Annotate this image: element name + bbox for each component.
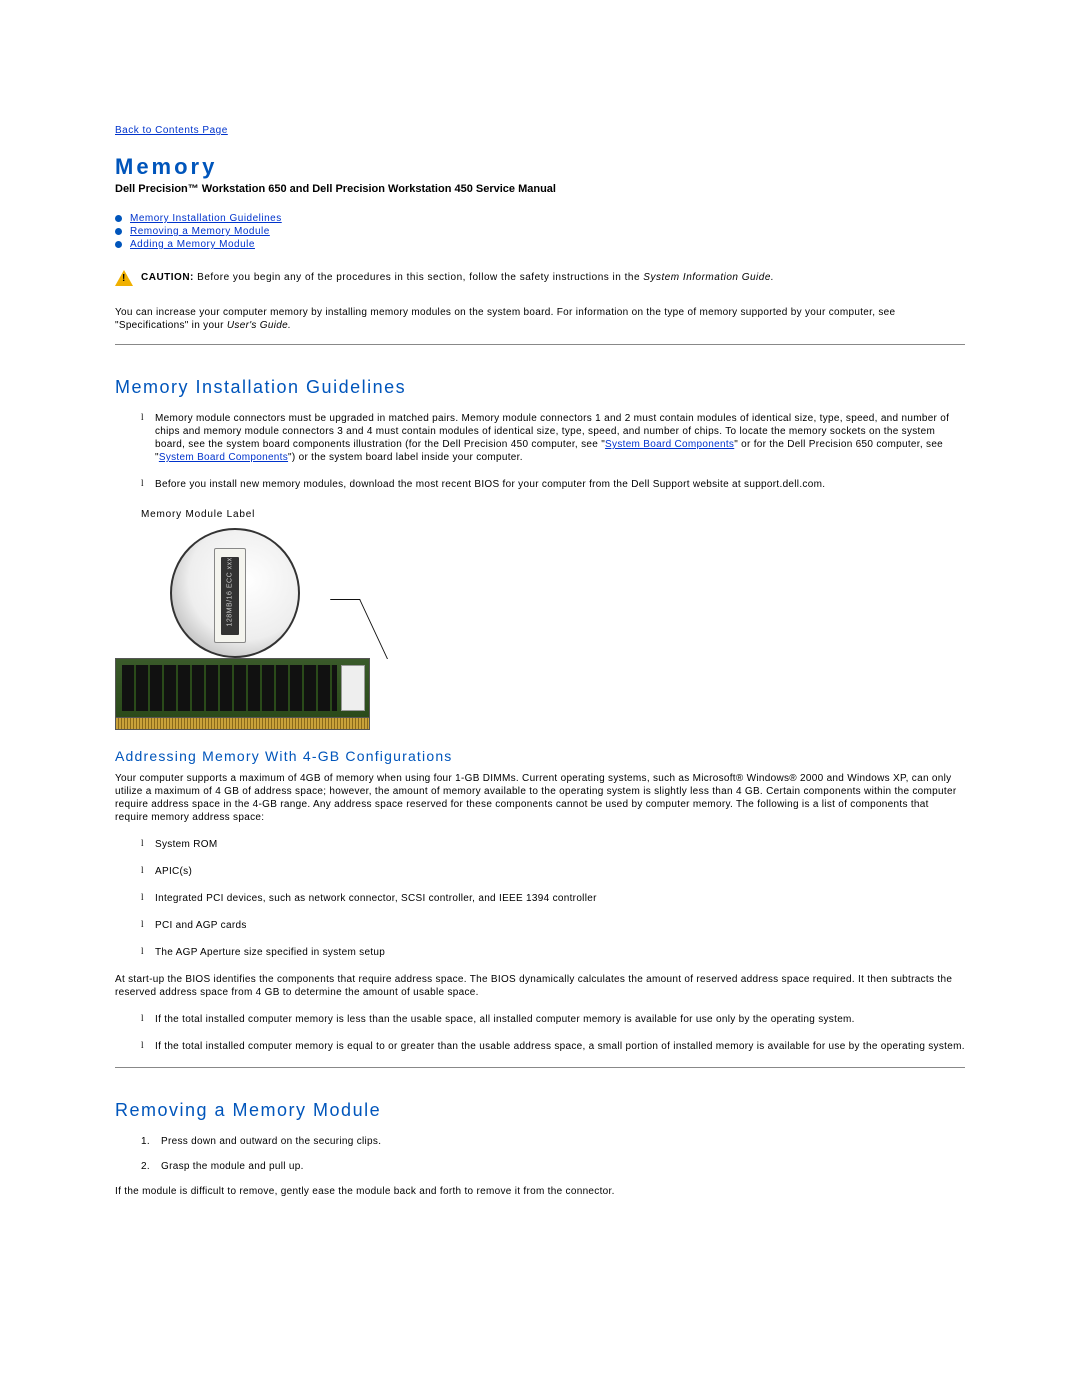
page-subtitle: Dell Precision™ Workstation 650 and Dell… [115,183,965,195]
list-item: System ROM [141,838,965,851]
caution-italic: System Information Guide. [643,272,774,283]
chip-label-text: 128MB/16 ECC xxx [227,564,234,626]
section-heading-removing: Removing a Memory Module [115,1100,965,1121]
bullet-icon [115,228,122,235]
removing-steps: Press down and outward on the securing c… [141,1135,965,1173]
section-heading-guidelines: Memory Installation Guidelines [115,377,965,398]
page-title: Memory [115,154,965,180]
4gb-paragraph: Your computer supports a maximum of 4GB … [115,772,965,824]
caution-label: CAUTION: [141,272,194,283]
list-item: If the total installed computer memory i… [141,1013,965,1026]
divider [115,1067,965,1068]
system-board-link-650[interactable]: System Board Components [159,452,288,463]
memory-module-illustration: 128MB/16 ECC xxx [115,528,370,730]
list-item: PCI and AGP cards [141,919,965,932]
caution-text: CAUTION: Before you begin any of the pro… [141,272,774,283]
dimm-pins [115,718,370,730]
guidelines-list: Memory module connectors must be upgrade… [141,412,965,491]
component-list: System ROM APIC(s) Integrated PCI device… [141,838,965,959]
dimm-label-sticker [341,665,365,711]
list-item: If the total installed computer memory i… [141,1040,965,1053]
intro-italic: User's Guide. [227,320,291,331]
memory-module-label-caption: Memory Module Label [141,509,965,520]
system-board-link-450[interactable]: System Board Components [605,439,734,450]
divider [115,344,965,345]
back-to-contents-link[interactable]: Back to Contents Page [115,125,228,136]
bullet-icon [115,241,122,248]
caution-body: Before you begin any of the procedures i… [197,272,640,283]
step-item: Press down and outward on the securing c… [141,1135,965,1148]
removing-note: If the module is difficult to remove, ge… [115,1185,965,1198]
caution-icon [115,270,133,286]
bios-paragraph: At start-up the BIOS identifies the comp… [115,973,965,999]
li-text-post: ") or the system board label inside your… [288,452,523,463]
magnified-chip: 128MB/16 ECC xxx [214,548,246,643]
section-heading-4gb: Addressing Memory With 4-GB Configuratio… [115,748,965,764]
magnifier-circle: 128MB/16 ECC xxx [170,528,300,658]
usable-space-list: If the total installed computer memory i… [141,1013,965,1053]
list-item: Integrated PCI devices, such as network … [141,892,965,905]
list-item: Before you install new memory modules, d… [141,478,965,491]
toc-link-adding[interactable]: Adding a Memory Module [130,239,255,250]
list-item: APIC(s) [141,865,965,878]
table-of-contents: Memory Installation Guidelines Removing … [115,213,965,250]
dimm-module [115,658,370,718]
list-item: Memory module connectors must be upgrade… [141,412,965,464]
list-item: The AGP Aperture size specified in syste… [141,946,965,959]
intro-paragraph: You can increase your computer memory by… [115,306,965,332]
caution-block: CAUTION: Before you begin any of the pro… [115,272,965,286]
toc-link-removing[interactable]: Removing a Memory Module [130,226,270,237]
bullet-icon [115,215,122,222]
toc-link-guidelines[interactable]: Memory Installation Guidelines [130,213,282,224]
step-item: Grasp the module and pull up. [141,1160,965,1173]
callout-line [330,599,388,659]
